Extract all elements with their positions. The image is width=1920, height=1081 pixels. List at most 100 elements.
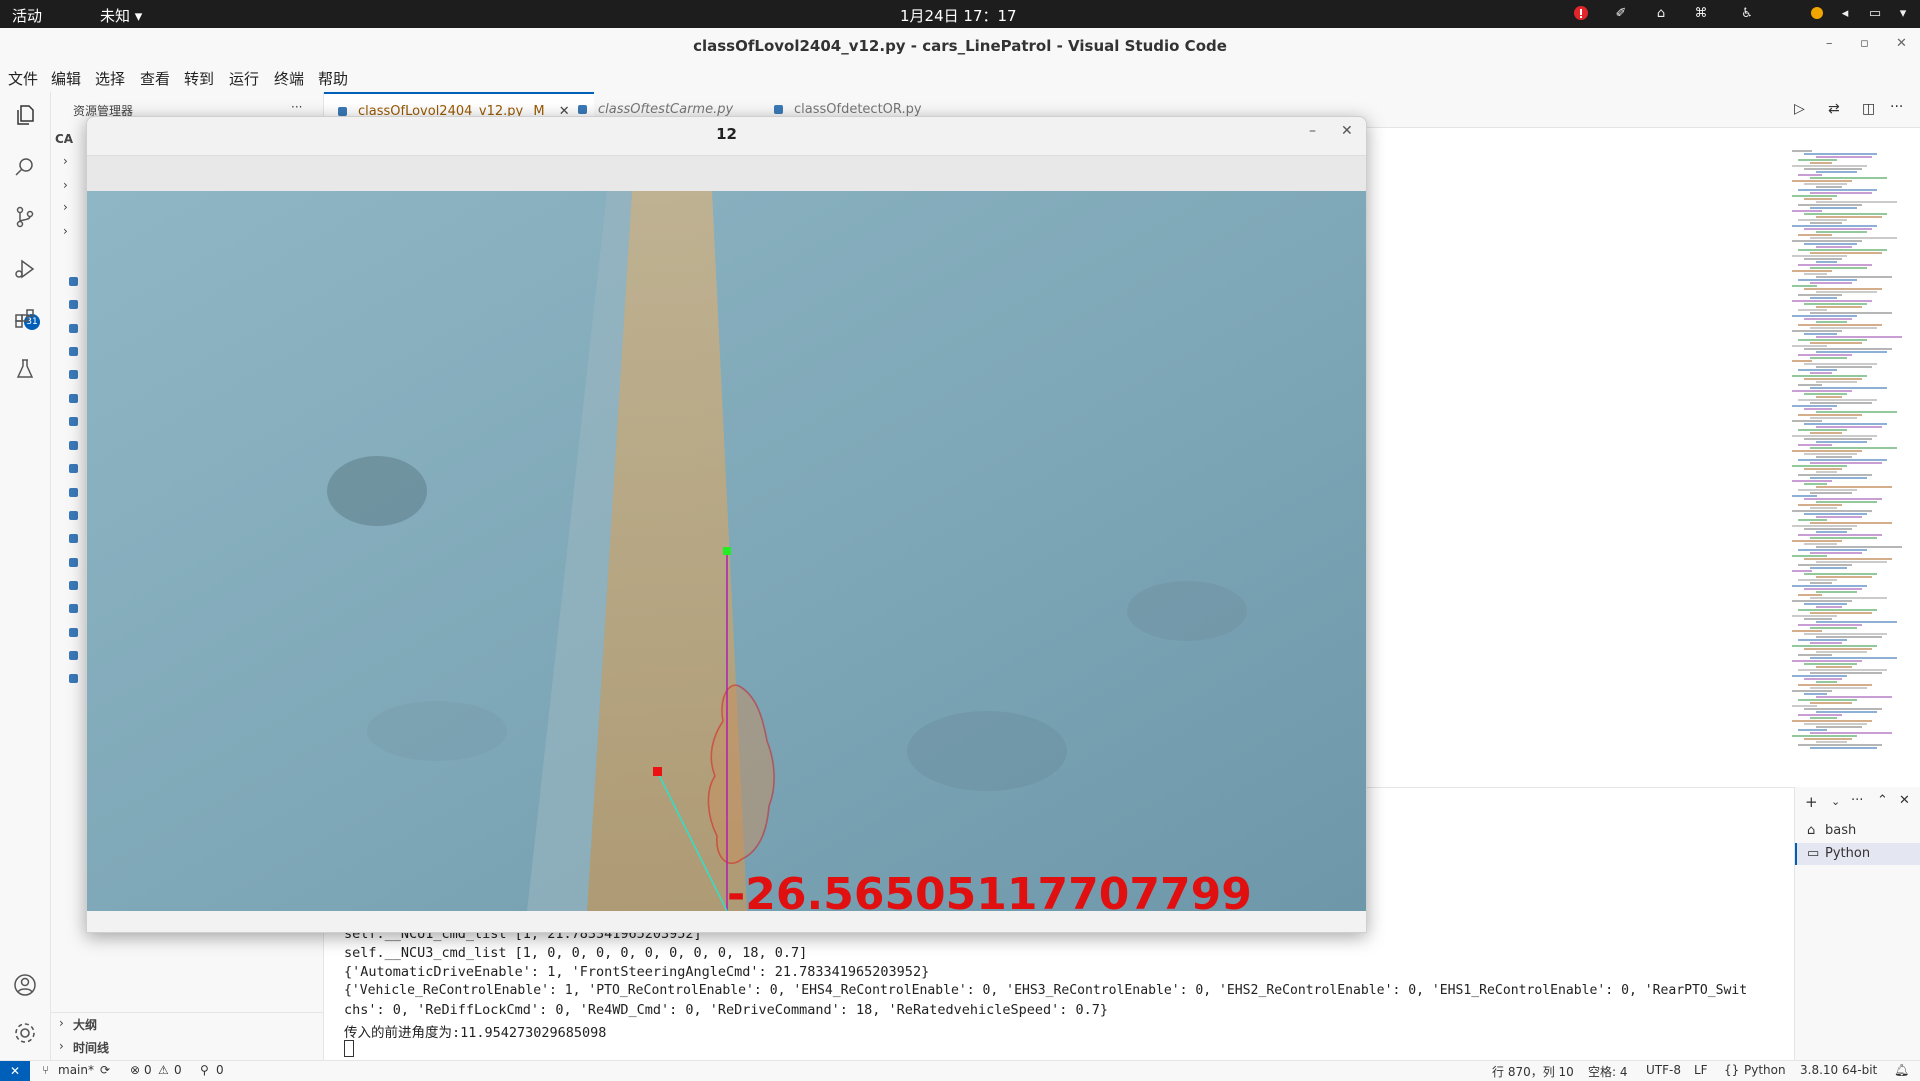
minimap-line [1798,684,1872,686]
editor-more-icon[interactable]: ··· [1890,99,1903,115]
minimap-line [1804,648,1872,650]
maximize-panel-icon[interactable]: ⌃ [1877,793,1888,808]
explorer-icon[interactable] [12,102,38,128]
ports-count[interactable]: 0 [216,1063,224,1077]
python-file-icon[interactable] [69,511,78,520]
error-count[interactable]: 0 [144,1063,152,1077]
run-file-icon[interactable]: ▷ [1794,101,1805,117]
python-file-icon[interactable] [69,417,78,426]
python-file-icon[interactable] [69,581,78,590]
workspace-root[interactable]: CA [55,132,73,146]
menu-view[interactable]: 查看 [140,68,170,89]
minimap-line [1816,261,1837,263]
network-icon[interactable]: ⌂ [1652,4,1670,22]
end-of-line[interactable]: LF [1694,1063,1708,1077]
python-file-icon[interactable] [69,394,78,403]
python-file-icon[interactable] [69,488,78,497]
python-file-icon[interactable] [69,674,78,683]
command-icon[interactable]: ⌘ [1692,4,1710,22]
python-file-icon [774,105,783,114]
search-icon[interactable] [12,154,38,180]
terminal-dropdown-icon[interactable]: ⌄ [1831,795,1840,808]
python-file-icon[interactable] [69,534,78,543]
folder-chevron-icon[interactable]: › [63,154,68,168]
python-file-icon[interactable] [69,347,78,356]
cursor-position[interactable]: 行 870，列 10 [1492,1063,1574,1080]
alert-icon[interactable] [1572,4,1590,22]
timeline-chevron-icon[interactable]: › [59,1039,64,1053]
python-file-icon[interactable] [69,370,78,379]
run-debug-icon[interactable] [12,256,38,282]
extensions-icon[interactable] [12,306,38,332]
account-icon[interactable] [12,972,38,998]
minimap-line [1792,375,1867,377]
compare-changes-icon[interactable]: ⇄ [1828,101,1840,117]
terminal-session-bash[interactable]: bash [1825,823,1856,838]
accessibility-icon[interactable]: ♿ [1738,4,1756,22]
minimap-line [1816,576,1872,578]
clock[interactable]: 1月24日 17：17 [900,5,1017,26]
sync-icon[interactable]: ⟳ [100,1063,110,1077]
close-icon[interactable]: ✕ [1896,36,1907,51]
python-file-icon[interactable] [69,651,78,660]
timeline-section[interactable]: 时间线 [73,1039,109,1056]
language-mode[interactable]: Python [1744,1063,1786,1077]
system-menu-chevron-icon[interactable]: ▾ [1894,4,1912,22]
minimap-line [1804,318,1852,320]
close-panel-icon[interactable]: ✕ [1899,793,1910,808]
maximize-icon[interactable]: ▫ [1860,36,1869,51]
menu-terminal[interactable]: 终端 [274,68,304,89]
python-file-icon[interactable] [69,441,78,450]
python-file-icon[interactable] [69,604,78,613]
terminal-more-icon[interactable]: ··· [1851,793,1863,808]
python-interpreter[interactable]: 3.8.10 64-bit [1800,1063,1877,1077]
outline-section[interactable]: 大纲 [73,1016,97,1033]
settings-gear-icon[interactable] [12,1020,38,1046]
ports-icon: ⚲ [200,1063,209,1077]
minimap-line [1798,159,1837,161]
opencv-image-window[interactable]: 12 – ✕ -26.56505117707799 [86,116,1367,933]
app-menu[interactable]: 未知 ▾ [100,5,142,26]
outline-chevron-icon[interactable]: › [59,1016,64,1030]
minimap-line [1792,240,1862,242]
remote-indicator-icon[interactable]: ✕ [0,1061,30,1081]
battery-icon[interactable]: ▭ [1866,4,1884,22]
minimap-line [1810,597,1887,599]
testing-icon[interactable] [12,356,38,382]
explorer-more-icon[interactable]: ··· [291,100,302,114]
menu-file[interactable]: 文件 [8,68,38,89]
split-editor-icon[interactable]: ◫ [1862,101,1875,117]
source-control-icon[interactable] [12,204,38,230]
volume-icon[interactable]: ◂ [1836,4,1854,22]
file-encoding[interactable]: UTF-8 [1646,1063,1681,1077]
warning-count[interactable]: 0 [174,1063,182,1077]
new-terminal-icon[interactable]: + [1805,793,1818,811]
folder-chevron-icon[interactable]: › [63,224,68,238]
menu-go[interactable]: 转到 [184,68,214,89]
minimap-line [1792,360,1812,362]
git-branch[interactable]: main* [58,1063,94,1077]
menu-help[interactable]: 帮助 [318,68,348,89]
python-file-icon[interactable] [69,300,78,309]
minimize-icon[interactable]: – [1826,36,1833,51]
menu-edit[interactable]: 编辑 [51,68,81,89]
menu-selection[interactable]: 选择 [95,68,125,89]
cv-minimize-icon[interactable]: – [1309,123,1316,139]
python-file-icon[interactable] [69,628,78,637]
python-file-icon[interactable] [69,464,78,473]
folder-chevron-icon[interactable]: › [63,178,68,192]
menu-run[interactable]: 运行 [229,68,259,89]
python-file-icon[interactable] [69,277,78,286]
folder-chevron-icon[interactable]: › [63,200,68,214]
activities-button[interactable]: 活动 [12,5,42,26]
python-file-icon[interactable] [69,558,78,567]
cv-close-icon[interactable]: ✕ [1341,123,1353,139]
minimap[interactable] [1784,150,1920,780]
input-method-icon[interactable]: ✐ [1612,4,1630,22]
terminal-session-python[interactable]: Python [1825,846,1870,861]
terminal-icon: ▭ [1807,846,1820,861]
indent-spaces[interactable]: 空格: 4 [1588,1063,1628,1080]
minimap-line [1816,246,1852,248]
python-file-icon[interactable] [69,324,78,333]
notifications-bell-icon[interactable]: 🔔︎ [1894,1063,1909,1077]
